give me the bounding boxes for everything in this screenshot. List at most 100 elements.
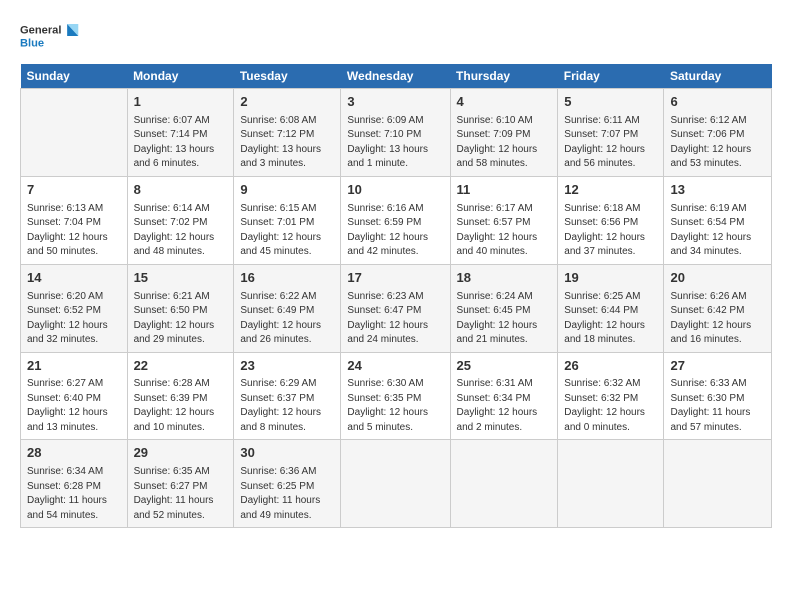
calendar-cell: 10Sunrise: 6:16 AMSunset: 6:59 PMDayligh… [341, 176, 450, 264]
sunset-text: Sunset: 7:02 PM [134, 217, 208, 228]
calendar-cell [341, 440, 450, 528]
daylight-text: Daylight: 12 hours and 0 minutes. [564, 407, 645, 433]
day-number: 1 [134, 93, 228, 112]
sunset-text: Sunset: 6:32 PM [564, 393, 638, 404]
sunset-text: Sunset: 6:54 PM [670, 217, 744, 228]
sunset-text: Sunset: 6:47 PM [347, 305, 421, 316]
day-number: 10 [347, 181, 443, 200]
sunrise-text: Sunrise: 6:19 AM [670, 203, 746, 214]
sunset-text: Sunset: 6:42 PM [670, 305, 744, 316]
day-number: 9 [240, 181, 334, 200]
daylight-text: Daylight: 12 hours and 58 minutes. [457, 144, 538, 170]
calendar-cell: 8 Sunrise: 6:14 AM Sunset: 7:02 PM Daylight… [127, 176, 234, 264]
daylight-text: Daylight: 11 hours and 54 minutes. [27, 495, 107, 521]
calendar-cell: 21Sunrise: 6:27 AMSunset: 6:40 PMDayligh… [21, 352, 128, 440]
sunset-text: Sunset: 6:56 PM [564, 217, 638, 228]
calendar-cell: 24Sunrise: 6:30 AMSunset: 6:35 PMDayligh… [341, 352, 450, 440]
logo-icon: General Blue [20, 18, 80, 54]
week-row-3: 14Sunrise: 6:20 AMSunset: 6:52 PMDayligh… [21, 264, 772, 352]
daylight-text: Daylight: 12 hours and 26 minutes. [240, 320, 321, 346]
daylight-text: Daylight: 12 hours and 18 minutes. [564, 320, 645, 346]
day-number: 15 [134, 269, 228, 288]
daylight-text: Daylight: 12 hours and 53 minutes. [670, 144, 751, 170]
sunrise-text: Sunrise: 6:28 AM [134, 378, 210, 389]
svg-text:General: General [20, 24, 61, 36]
header-friday: Friday [558, 64, 664, 89]
header-sunday: Sunday [21, 64, 128, 89]
sunset-text: Sunset: 7:12 PM [240, 129, 314, 140]
calendar-cell: 3Sunrise: 6:09 AMSunset: 7:10 PMDaylight… [341, 89, 450, 177]
daylight-text: Daylight: 12 hours and 48 minutes. [134, 232, 215, 258]
daylight-text: Daylight: 12 hours and 13 minutes. [27, 407, 108, 433]
sunrise-text: Sunrise: 6:35 AM [134, 466, 210, 477]
sunset-text: Sunset: 6:44 PM [564, 305, 638, 316]
calendar-cell: 23Sunrise: 6:29 AMSunset: 6:37 PMDayligh… [234, 352, 341, 440]
header-thursday: Thursday [450, 64, 558, 89]
calendar-table: SundayMondayTuesdayWednesdayThursdayFrid… [20, 64, 772, 528]
sunset-text: Sunset: 7:14 PM [134, 129, 208, 140]
sunrise-text: Sunrise: 6:20 AM [27, 291, 103, 302]
calendar-cell: 17Sunrise: 6:23 AMSunset: 6:47 PMDayligh… [341, 264, 450, 352]
sunset-text: Sunset: 6:39 PM [134, 393, 208, 404]
calendar-cell: 15Sunrise: 6:21 AMSunset: 6:50 PMDayligh… [127, 264, 234, 352]
calendar-cell: 20Sunrise: 6:26 AMSunset: 6:42 PMDayligh… [664, 264, 772, 352]
sunset-text: Sunset: 7:04 PM [27, 217, 101, 228]
day-number: 7 [27, 181, 121, 200]
calendar-cell: 13Sunrise: 6:19 AMSunset: 6:54 PMDayligh… [664, 176, 772, 264]
sunrise-text: Sunrise: 6:12 AM [670, 115, 746, 126]
sunset-text: Sunset: 7:10 PM [347, 129, 421, 140]
sunset-text: Sunset: 6:34 PM [457, 393, 531, 404]
sunset-text: Sunset: 6:45 PM [457, 305, 531, 316]
calendar-cell: 5Sunrise: 6:11 AMSunset: 7:07 PMDaylight… [558, 89, 664, 177]
sunset-text: Sunset: 6:49 PM [240, 305, 314, 316]
daylight-text: Daylight: 12 hours and 40 minutes. [457, 232, 538, 258]
daylight-text: Daylight: 12 hours and 42 minutes. [347, 232, 428, 258]
sunset-text: Sunset: 6:37 PM [240, 393, 314, 404]
calendar-cell: 30Sunrise: 6:36 AMSunset: 6:25 PMDayligh… [234, 440, 341, 528]
sunset-text: Sunset: 7:01 PM [240, 217, 314, 228]
daylight-text: Daylight: 11 hours and 57 minutes. [670, 407, 750, 433]
day-number: 23 [240, 357, 334, 376]
day-number: 6 [670, 93, 765, 112]
day-number: 19 [564, 269, 657, 288]
day-number: 2 [240, 93, 334, 112]
sunset-text: Sunset: 7:09 PM [457, 129, 531, 140]
sunset-text: Sunset: 7:07 PM [564, 129, 638, 140]
calendar-cell: 29 Sunrise: 6:35 AM Sunset: 6:27 PM Dayligh… [127, 440, 234, 528]
calendar-cell: 26 Sunrise: 6:32 AM Sunset: 6:32 PM Dayligh… [558, 352, 664, 440]
calendar-cell [450, 440, 558, 528]
sunrise-text: Sunrise: 6:31 AM [457, 378, 533, 389]
day-number: 29 [134, 444, 228, 463]
sunset-text: Sunset: 7:06 PM [670, 129, 744, 140]
calendar-cell [664, 440, 772, 528]
daylight-text: Daylight: 12 hours and 56 minutes. [564, 144, 645, 170]
svg-text:Blue: Blue [20, 37, 44, 49]
daylight-text: Daylight: 13 hours and 6 minutes. [134, 144, 215, 170]
day-number: 28 [27, 444, 121, 463]
calendar-cell: 1Sunrise: 6:07 AMSunset: 7:14 PMDaylight… [127, 89, 234, 177]
sunrise-text: Sunrise: 6:27 AM [27, 378, 103, 389]
day-number: 25 [457, 357, 552, 376]
sunrise-text: Sunrise: 6:17 AM [457, 203, 533, 214]
daylight-text: Daylight: 12 hours and 32 minutes. [27, 320, 108, 346]
day-number: 26 [564, 357, 657, 376]
sunrise-text: Sunrise: 6:25 AM [564, 291, 640, 302]
sunset-text: Sunset: 6:25 PM [240, 481, 314, 492]
sunset-text: Sunset: 6:27 PM [134, 481, 208, 492]
sunrise-text: Sunrise: 6:24 AM [457, 291, 533, 302]
sunrise-text: Sunrise: 6:36 AM [240, 466, 316, 477]
daylight-text: Daylight: 12 hours and 34 minutes. [670, 232, 751, 258]
day-number: 4 [457, 93, 552, 112]
daylight-text: Daylight: 12 hours and 2 minutes. [457, 407, 538, 433]
daylight-text: Daylight: 11 hours and 52 minutes. [134, 495, 214, 521]
sunrise-text: Sunrise: 6:14 AM [134, 203, 210, 214]
sunrise-text: Sunrise: 6:30 AM [347, 378, 423, 389]
day-number: 22 [134, 357, 228, 376]
sunrise-text: Sunrise: 6:32 AM [564, 378, 640, 389]
day-number: 27 [670, 357, 765, 376]
header-row: SundayMondayTuesdayWednesdayThursdayFrid… [21, 64, 772, 89]
calendar-cell: 12Sunrise: 6:18 AMSunset: 6:56 PMDayligh… [558, 176, 664, 264]
calendar-cell: 9Sunrise: 6:15 AMSunset: 7:01 PMDaylight… [234, 176, 341, 264]
sunset-text: Sunset: 6:40 PM [27, 393, 101, 404]
day-number: 8 [134, 181, 228, 200]
